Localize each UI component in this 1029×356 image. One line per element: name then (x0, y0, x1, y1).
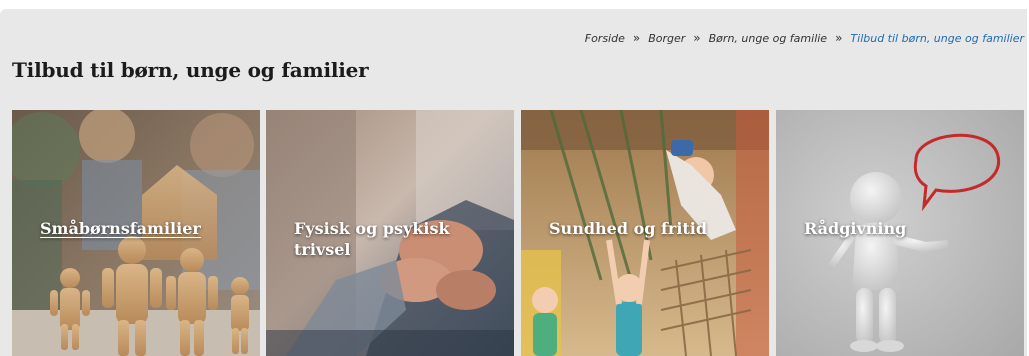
card-title: Rådgivning (804, 219, 907, 238)
card-title: Fysisk og psykisk trivsel (294, 219, 450, 259)
card-grid: Småbørnsfamilier Fysisk og psykisk trivs… (12, 110, 1024, 356)
page: Forside » Borger » Børn, unge og familie… (0, 0, 1029, 356)
page-title: Tilbud til børn, unge og familier (12, 58, 369, 82)
breadcrumb-separator-icon: » (835, 31, 843, 45)
card-sundhed-og-fritid[interactable]: Sundhed og fritid (521, 110, 769, 356)
breadcrumb-item-boern-unge-familie[interactable]: Børn, unge og familie (709, 32, 827, 45)
breadcrumb-item-current[interactable]: Tilbud til børn, unge og familier (850, 32, 1024, 45)
card-title: Sundhed og fritid (549, 219, 708, 238)
breadcrumb-separator-icon: » (693, 31, 701, 45)
card-fysisk-og-psykisk-trivsel[interactable]: Fysisk og psykisk trivsel (266, 110, 514, 356)
card-raadgivning[interactable]: Rådgivning (776, 110, 1024, 356)
breadcrumb-separator-icon: » (632, 31, 641, 45)
card-title: Småbørnsfamilier (40, 219, 201, 238)
card-smaabornsfamilier[interactable]: Småbørnsfamilier (12, 110, 260, 356)
breadcrumb: Forside » Borger » Børn, unge og familie… (585, 31, 1024, 45)
breadcrumb-item-borger[interactable]: Borger (648, 32, 685, 45)
breadcrumb-item-forside[interactable]: Forside (585, 32, 625, 45)
